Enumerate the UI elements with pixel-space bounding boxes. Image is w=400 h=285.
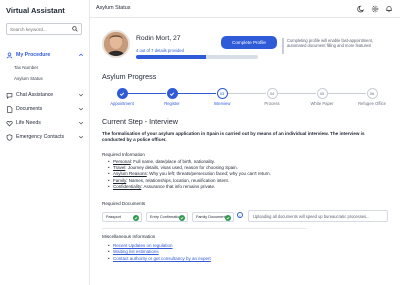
- current-step-title: Current Step - Interview: [102, 117, 178, 126]
- gear-icon[interactable]: [370, 4, 379, 13]
- sidebar-item-label: Emergency Contacts: [16, 134, 65, 140]
- step-white-paper[interactable]: 05 White Paper: [302, 88, 342, 106]
- moon-icon[interactable]: [356, 4, 365, 13]
- step-number: 05: [316, 88, 328, 99]
- sidebar-item-label: Documents: [16, 106, 43, 112]
- step-refugee-office[interactable]: 06 Refugee Office: [352, 88, 392, 106]
- misc-link-waiting-list[interactable]: Waiting list estimations: [113, 249, 159, 254]
- required-info-title: Required Information: [102, 152, 145, 157]
- check-icon: [166, 88, 178, 99]
- search-box[interactable]: [6, 23, 82, 35]
- profile-steps-text: 4 out of 7 details provided: [136, 48, 184, 53]
- chevron-down-icon[interactable]: [78, 106, 84, 112]
- step-number: 06: [366, 88, 378, 99]
- doc-label: Family Documents: [196, 215, 228, 219]
- chevron-down-icon[interactable]: [78, 120, 84, 126]
- search-icon[interactable]: [72, 26, 78, 32]
- search-input[interactable]: [10, 26, 72, 32]
- sidebar: Virtual Assistant My Procedure Tax Numbe…: [0, 0, 90, 285]
- main-content: Rodin Mort, 27 4 out of 7 details provid…: [90, 18, 400, 285]
- sidebar-subitem-tax-number[interactable]: Tax Number: [0, 62, 90, 73]
- check-icon: [116, 88, 128, 99]
- misc-link-updates[interactable]: Recent Updates on regulation: [113, 243, 173, 248]
- sidebar-item-label: Chat Assistance: [16, 92, 54, 98]
- sidebar-item-documents[interactable]: Documents: [0, 102, 90, 116]
- document-icon: [6, 105, 13, 113]
- chevron-down-icon[interactable]: [78, 92, 84, 98]
- list-item: Contact authority or get consultancy by …: [108, 256, 211, 263]
- complete-profile-button[interactable]: Complete Profile: [221, 36, 277, 49]
- sidebar-item-label: Life Needs: [16, 120, 41, 126]
- step-number: 04: [266, 88, 278, 99]
- asylum-progress-title: Asylum Progress: [102, 72, 157, 81]
- sidebar-item-life-needs[interactable]: Life Needs: [0, 116, 90, 130]
- profile-progress-bar: [136, 55, 258, 59]
- doc-label: Entry Confirmation: [150, 215, 182, 219]
- misc-links-list: Recent Updates on regulation Waiting lis…: [108, 243, 211, 262]
- misc-section: Miscellaneous Information Recent Updates…: [102, 228, 307, 268]
- complete-profile-note: Completing profile will enable fast-appo…: [282, 38, 392, 54]
- user-icon: [6, 52, 13, 59]
- step-number: 03: [216, 88, 228, 99]
- topbar: Asylum Status: [90, 0, 400, 18]
- step-label: Appointment: [110, 101, 134, 106]
- chevron-down-icon[interactable]: [78, 134, 84, 140]
- app-title: Virtual Assistant: [6, 6, 65, 15]
- step-register[interactable]: Register: [152, 88, 192, 106]
- misc-link-contact-authority[interactable]: Contact authority or get consultancy by …: [113, 256, 211, 261]
- check-circle-icon: [133, 214, 139, 221]
- bell-icon[interactable]: [384, 4, 393, 13]
- documents-note: Uploading all documents will speed up bu…: [248, 210, 388, 222]
- app-frame: Virtual Assistant My Procedure Tax Numbe…: [0, 0, 400, 285]
- progress-stepper: Appointment Register 03 Interview 04 Pro…: [102, 88, 392, 108]
- doc-label: Passport: [106, 215, 121, 219]
- info-icon[interactable]: i: [237, 212, 243, 218]
- sidebar-subitem-asylum-status[interactable]: Asylum Status: [0, 73, 90, 84]
- sidebar-nav: My Procedure Tax Number Asylum Status Ch…: [0, 48, 90, 144]
- step-label: Process: [264, 101, 280, 106]
- chat-icon: [6, 92, 13, 99]
- step-appointment[interactable]: Appointment: [102, 88, 142, 106]
- shield-icon: [6, 133, 13, 141]
- chevron-up-icon[interactable]: [78, 52, 84, 58]
- profile-name: Rodin Mort, 27: [136, 35, 181, 42]
- sidebar-item-label: My Procedure: [16, 52, 51, 58]
- profile-progress-fill: [136, 55, 206, 59]
- required-docs-title: Required Documents: [102, 201, 146, 206]
- doc-family-documents[interactable]: Family Documents: [192, 212, 234, 222]
- misc-title: Miscellaneous Information: [102, 234, 156, 239]
- doc-entry-confirmation[interactable]: Entry Confirmation: [146, 212, 188, 222]
- step-interview[interactable]: 03 Interview: [202, 88, 242, 106]
- sidebar-item-chat-assistance[interactable]: Chat Assistance: [0, 88, 90, 102]
- step-label: Refugee Office: [358, 101, 386, 106]
- avatar: [102, 30, 130, 58]
- required-info-list: Personal: Full name, date/place of birth…: [108, 159, 388, 190]
- step-process[interactable]: 04 Process: [252, 88, 292, 106]
- heart-icon: [6, 120, 13, 127]
- list-item: Confidentiality: Assurance that info rem…: [108, 184, 388, 190]
- step-label: Register: [164, 101, 180, 106]
- doc-passport[interactable]: Passport: [102, 212, 142, 222]
- check-circle-icon: [225, 214, 231, 221]
- step-label: White Paper: [310, 101, 334, 106]
- page-title: Asylum Status: [96, 5, 131, 11]
- sidebar-item-emergency-contacts[interactable]: Emergency Contacts: [0, 130, 90, 144]
- current-step-intro: The formalisation of your asylum applica…: [102, 131, 365, 143]
- sidebar-item-my-procedure[interactable]: My Procedure: [0, 48, 90, 62]
- check-circle-icon: [179, 214, 185, 221]
- step-label: Interview: [213, 101, 231, 106]
